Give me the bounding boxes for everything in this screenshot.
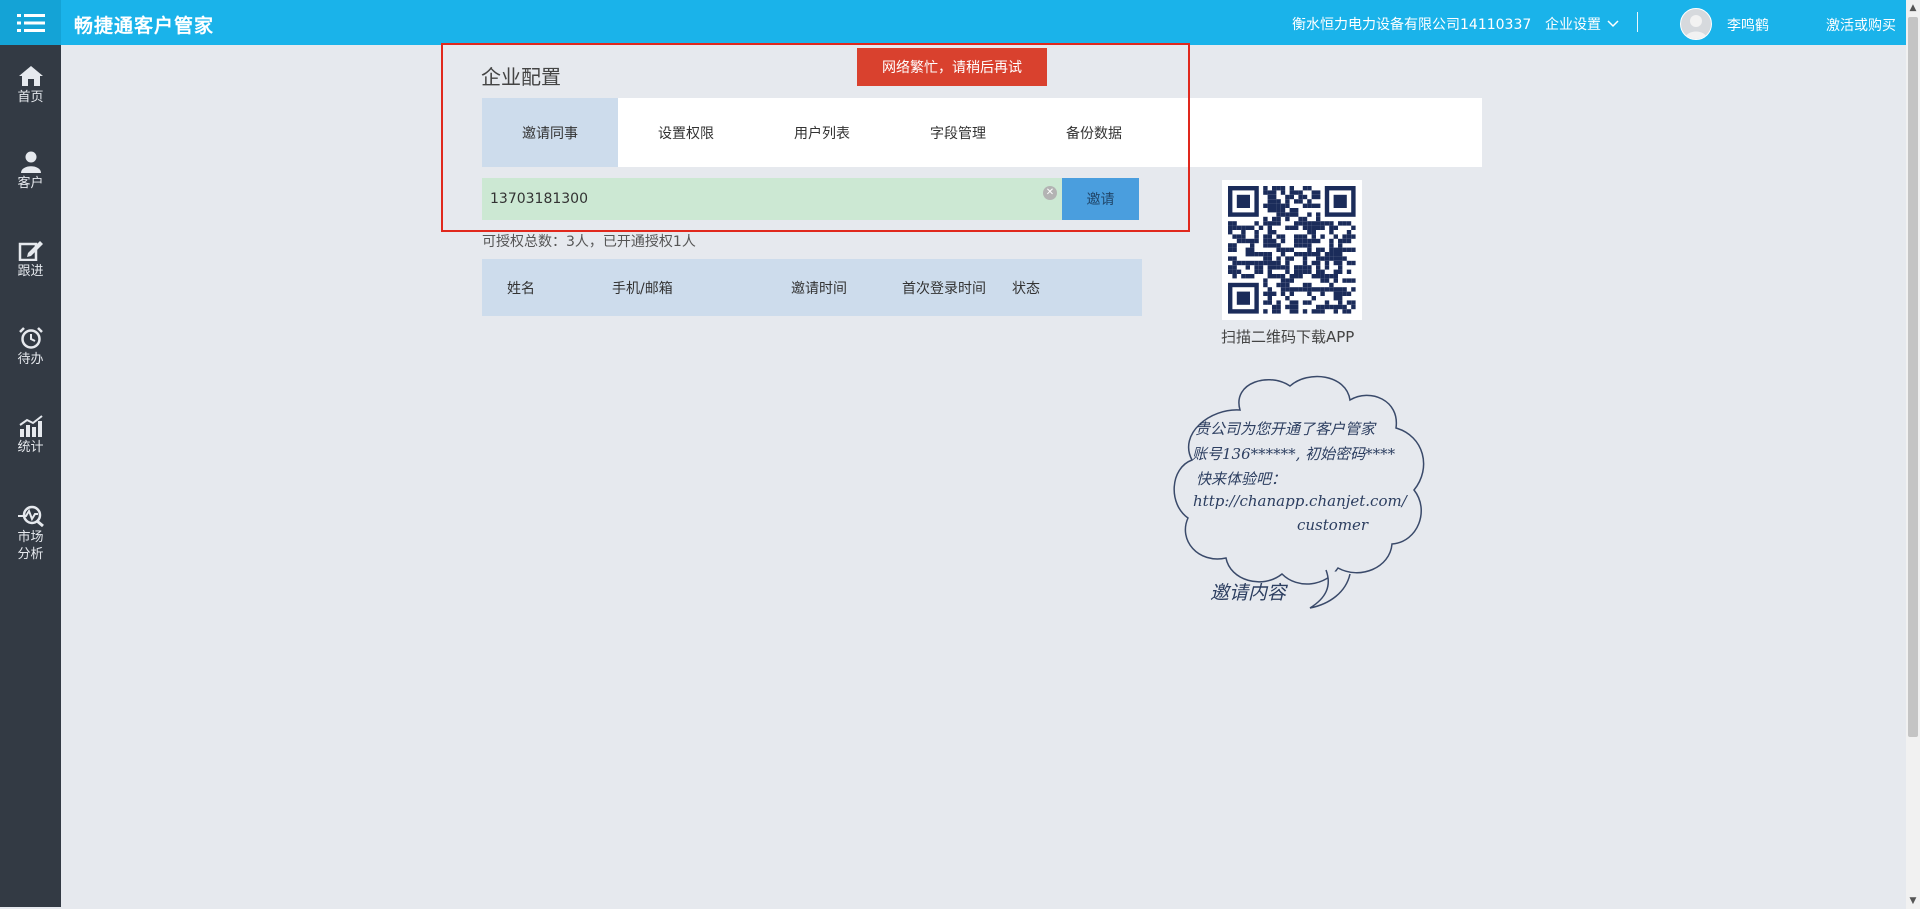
column-header-phone-email: 手机/邮箱 xyxy=(612,281,673,297)
cloud-line-4: http://chanapp.chanjet.com/ xyxy=(1193,492,1407,510)
sidebar-item-followup[interactable]: 跟进 xyxy=(0,239,61,280)
chevron-down-icon xyxy=(1607,20,1619,28)
vertical-scrollbar[interactable]: ▲ ▼ xyxy=(1906,0,1920,909)
column-header-invite-time: 邀请时间 xyxy=(791,281,847,297)
sidebar: 首页 客户 跟进 待办 统计 市场 分析 xyxy=(0,45,61,907)
enterprise-settings-menu[interactable]: 企业设置 xyxy=(1545,14,1619,34)
cloud-line-3: 快来体验吧： xyxy=(1196,470,1287,488)
cloud-line-5: customer xyxy=(1297,516,1369,534)
company-name: 衡水恒力电力设备有限公司14110337 xyxy=(1292,17,1532,33)
divider xyxy=(1637,12,1638,32)
avatar[interactable] xyxy=(1680,8,1712,40)
sidebar-item-customer[interactable]: 客户 xyxy=(0,151,61,192)
sidebar-item-todo[interactable]: 待办 xyxy=(0,327,61,368)
sidebar-item-home[interactable]: 首页 xyxy=(0,65,61,106)
user-avatar-icon xyxy=(1685,15,1707,39)
qr-code-icon xyxy=(1228,186,1356,314)
error-toast: 网络繁忙，请稍后再试 xyxy=(857,48,1047,86)
sidebar-item-market-analysis[interactable]: 市场 分析 xyxy=(0,505,61,563)
hamburger-icon xyxy=(16,13,45,32)
qr-code xyxy=(1222,180,1362,320)
sidebar-item-statistics[interactable]: 统计 xyxy=(0,415,61,456)
authorization-quota-text: 可授权总数：3人，已开通授权1人 xyxy=(482,234,696,250)
column-header-name: 姓名 xyxy=(507,281,535,297)
cloud-line-2: 账号136******, 初始密码**** xyxy=(1192,445,1396,463)
column-header-status: 状态 xyxy=(1012,281,1040,297)
enterprise-settings-label: 企业设置 xyxy=(1545,17,1601,33)
sidebar-item-label-line2: 分析 xyxy=(17,547,44,562)
sidebar-item-label: 待办 xyxy=(17,352,44,367)
app-title: 畅捷通客户管家 xyxy=(74,15,215,37)
scroll-thumb[interactable] xyxy=(1908,17,1918,737)
top-bar: 畅捷通客户管家 衡水恒力电力设备有限公司14110337 企业设置 李鸣鹤 激活… xyxy=(0,0,1906,45)
invite-table-header: 姓名 手机/邮箱 邀请时间 首次登录时间 状态 xyxy=(482,259,1142,316)
home-icon xyxy=(18,66,43,86)
activate-or-buy-link[interactable]: 激活或购买 xyxy=(1826,15,1896,35)
invite-content-caption: 邀请内容 xyxy=(1210,582,1287,604)
sidebar-item-label: 市场 xyxy=(17,530,44,545)
market-analysis-icon xyxy=(17,505,44,527)
user-name[interactable]: 李鸣鹤 xyxy=(1727,15,1769,35)
scroll-down-arrow-icon[interactable]: ▼ xyxy=(1906,893,1920,909)
edit-icon xyxy=(18,241,43,261)
alarm-clock-icon xyxy=(18,327,43,349)
person-icon xyxy=(20,151,41,173)
scroll-up-arrow-icon[interactable]: ▲ xyxy=(1906,0,1920,16)
cloud-line-1: 贵公司为您开通了客户管家 xyxy=(1195,420,1376,438)
column-header-first-login: 首次登录时间 xyxy=(902,281,986,297)
qr-label: 扫描二维码下载APP xyxy=(1221,328,1355,346)
sidebar-item-label: 首页 xyxy=(17,90,44,105)
chart-icon xyxy=(18,415,43,437)
sidebar-item-label: 跟进 xyxy=(17,264,44,279)
sidebar-item-label: 客户 xyxy=(17,176,44,191)
highlight-box xyxy=(441,43,1190,232)
sidebar-item-label: 统计 xyxy=(17,440,44,455)
menu-toggle-button[interactable] xyxy=(0,0,61,45)
